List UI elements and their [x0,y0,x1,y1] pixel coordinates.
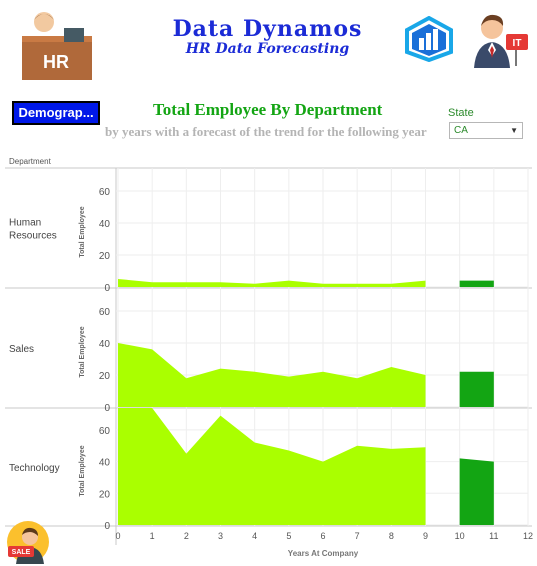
state-filter-value: CA [454,125,468,136]
y-axis-label: Total Employee [79,326,86,377]
powerbi-logo-icon [405,16,453,62]
banner-title: Data Dynamos HR Data Forecasting [140,18,395,56]
chart-subtitle: by years with a forecast of the trend fo… [105,124,427,139]
x-tick-label: 9 [423,531,428,541]
x-tick-label: 11 [489,531,498,541]
state-filter-label: State [448,107,474,119]
forecast-area [459,371,494,407]
y-tick-label: 40 [99,339,111,350]
forecast-area [459,280,494,287]
chevron-down-icon: ▼ [510,126,518,135]
x-tick-label: 6 [320,531,325,541]
department-label: Resources [9,231,57,242]
y-tick-label: 0 [104,521,110,532]
x-tick-label: 5 [286,531,291,541]
brand-subtitle: HR Data Forecasting [185,41,350,57]
actual-area [118,343,426,407]
hr-badge-text: HR [43,52,69,72]
y-tick-label: 0 [104,283,110,294]
y-tick-label: 60 [99,187,111,198]
y-tick-label: 20 [99,371,111,382]
department-label: Human [9,218,41,229]
total-employee-chart: Department 0204060Total EmployeeHumanRes… [5,157,533,558]
hr-desk-icon: HR [22,12,92,80]
department-label: Technology [9,463,60,474]
it-badge-text: IT [513,38,522,49]
state-filter-select[interactable]: CA ▼ [449,122,523,139]
demographics-button[interactable]: Demograp... [12,101,100,125]
y-tick-label: 40 [99,458,111,469]
department-column-header: Department [9,157,52,166]
x-tick-label: 8 [389,531,394,541]
y-axis-label: Total Employee [79,445,86,496]
x-tick-label: 4 [252,531,257,541]
x-tick-label: 10 [455,531,465,541]
x-tick-label: 1 [150,531,155,541]
department-label: Sales [9,344,34,355]
y-tick-label: 20 [99,251,111,262]
y-tick-label: 0 [104,403,110,414]
chart-title: Total Employee By Department [153,100,383,119]
actual-area [118,279,426,287]
y-tick-label: 60 [99,307,111,318]
x-tick-label: 3 [218,531,223,541]
x-tick-label: 0 [115,531,120,541]
sale-person-icon: SALE [7,521,49,564]
sale-badge-text: SALE [12,549,31,556]
it-person-icon: IT [474,14,528,68]
x-tick-label: 7 [355,531,360,541]
actual-area [118,408,426,525]
y-tick-label: 20 [99,489,111,500]
x-tick-label: 2 [184,531,189,541]
y-axis-label: Total Employee [79,206,86,257]
brand-title: Data Dynamos [172,16,363,42]
x-axis-label: Years At Company [288,549,359,558]
y-tick-label: 60 [99,426,111,437]
forecast-area [459,458,494,525]
y-tick-label: 40 [99,219,111,230]
x-tick-label: 12 [523,531,533,541]
